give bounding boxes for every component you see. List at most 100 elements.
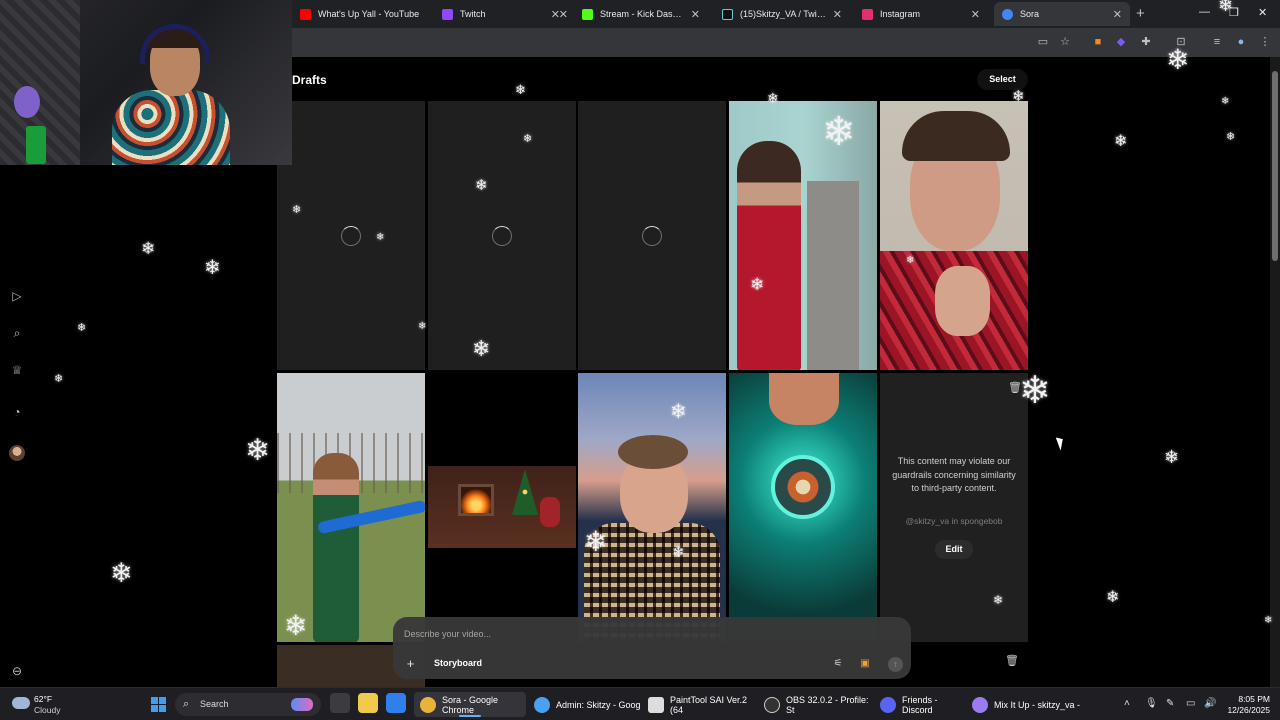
video-icon[interactable]: ▷ <box>10 289 24 303</box>
search-icon[interactable]: ⌕ <box>10 326 24 340</box>
pen-icon[interactable]: ✎ <box>1166 698 1174 709</box>
draft-tile-field[interactable] <box>277 373 425 642</box>
taskbar-item-label: Mix It Up - skitzy_va - <box>994 699 1081 710</box>
close-window-icon[interactable]: ✕ <box>1258 6 1267 19</box>
snowflake-icon: ❄ <box>1106 589 1120 606</box>
tab-kick[interactable]: Stream - Kick Dashboard ✕ <box>574 2 708 26</box>
snowflake-icon: ❄ <box>1166 44 1190 75</box>
tab-title: Sora <box>1020 9 1040 19</box>
close-icon[interactable]: ✕ <box>551 8 560 21</box>
cast-icon[interactable]: ▭ <box>1036 35 1050 49</box>
kick-icon <box>582 8 593 20</box>
volume-icon[interactable]: 🔊 <box>1204 698 1216 709</box>
storyboard-button[interactable]: Storyboard <box>427 654 489 673</box>
close-icon[interactable]: ✕ <box>833 8 842 21</box>
thumbnail-person <box>313 453 359 642</box>
trash-icon[interactable]: 🗑 <box>1005 654 1019 667</box>
snowflake-icon: ❄ <box>584 526 608 557</box>
kebab-menu-icon[interactable]: ⋮ <box>1258 35 1272 49</box>
snowflake-icon: ❄ <box>822 110 856 154</box>
puzzle-icon[interactable]: ✚ <box>1139 35 1153 49</box>
taskbar-item-chrome[interactable]: Sora - Google Chrome <box>414 692 526 717</box>
task-view-icon[interactable] <box>330 693 350 713</box>
thumbnail-hand <box>935 266 990 336</box>
gift-icon[interactable]: ▣ <box>858 657 872 671</box>
youtube-icon <box>300 8 311 20</box>
draft-tile-fireplace[interactable] <box>428 373 576 642</box>
network-icon[interactable]: ▭ <box>1186 698 1195 709</box>
snowflake-icon: ❄ <box>1114 133 1128 150</box>
tab-twitch[interactable]: Twitch ✕ <box>434 2 568 26</box>
taskbar-search[interactable]: ⌕ Search <box>175 693 321 716</box>
store-icon[interactable] <box>386 693 406 713</box>
avatar[interactable] <box>9 445 25 461</box>
tab-tiktok[interactable]: (15)Skitzy_VA / Twitch and ✕ <box>714 2 850 26</box>
draft-tile-loading[interactable] <box>578 101 726 370</box>
draft-tile-hero[interactable] <box>729 373 877 642</box>
settings-sliders-icon[interactable]: ⚟ <box>831 657 845 671</box>
taskbar-item-label: OBS 32.0.2 - Profile: St <box>786 694 869 715</box>
snowflake-icon: ❄ <box>1012 88 1025 105</box>
thumbnail-emblem <box>771 455 835 519</box>
mixitup-icon <box>972 696 988 713</box>
extension-icon[interactable]: ■ <box>1091 35 1105 49</box>
taskbar-item-label: Friends - Discord <box>902 694 938 715</box>
scrollbar-thumb[interactable] <box>1272 71 1278 261</box>
snowflake-icon: ❄ <box>245 434 271 467</box>
chevron-up-icon[interactable]: ˄ <box>1124 698 1130 709</box>
close-icon[interactable]: ✕ <box>691 8 700 21</box>
tab-title: (15)Skitzy_VA / Twitch and <box>740 9 827 19</box>
bookmark-star-icon[interactable]: ☆ <box>1058 35 1072 49</box>
snowflake-icon: ❄ <box>1019 370 1051 412</box>
file-explorer-icon[interactable] <box>358 693 378 713</box>
taskbar-item-obs[interactable]: OBS 32.0.2 - Profile: St <box>760 692 872 717</box>
profile-icon[interactable]: ● <box>1234 35 1248 49</box>
tab-sora[interactable]: Sora ✕ <box>994 2 1130 26</box>
twitch-icon <box>442 8 453 20</box>
scrollbar[interactable] <box>1270 57 1280 687</box>
taskbar-item-chrome-admin[interactable]: Admin: Skitzy - Goog <box>530 692 642 717</box>
select-button[interactable]: Select <box>977 69 1028 90</box>
snowflake-icon: ❄ <box>1226 131 1236 143</box>
microphone-icon[interactable]: 🎙 <box>1145 698 1158 709</box>
weather-temperature[interactable]: 62°F <box>34 694 52 704</box>
clock-date[interactable]: 12/26/2025 <box>1224 705 1270 715</box>
close-icon[interactable]: ✕ <box>1113 8 1122 21</box>
chrome-icon <box>420 696 436 713</box>
windows-start-icon[interactable] <box>151 697 166 712</box>
loading-spinner <box>642 226 662 246</box>
minimize-icon[interactable]: — <box>1199 6 1210 18</box>
taskbar-item-mixitup[interactable]: Mix It Up - skitzy_va - <box>968 692 1080 717</box>
tiktok-icon <box>722 8 733 20</box>
settings-icon[interactable]: ⊖ <box>10 664 24 678</box>
taskbar-item-painttool[interactable]: PaintTool SAI Ver.2 (64 <box>644 692 758 717</box>
snowflake-icon: ❄ <box>475 177 488 194</box>
draft-tile-pointing[interactable] <box>880 101 1028 370</box>
reading-list-icon[interactable]: ≡ <box>1210 35 1224 49</box>
tab-instagram[interactable]: Instagram ✕ <box>854 2 988 26</box>
plush-toy <box>14 86 40 118</box>
edit-button[interactable]: Edit <box>935 540 973 559</box>
snowflake-icon: ❄ <box>418 321 427 332</box>
draft-tile-blocked: 🗑 This content may violate our guardrail… <box>880 373 1028 642</box>
prompt-input[interactable]: Describe your video... <box>404 629 491 639</box>
snowflake-icon: ❄ <box>670 401 687 423</box>
weather-condition[interactable]: Cloudy <box>34 705 60 715</box>
snowflake-icon: ❄ <box>1164 447 1180 467</box>
draft-tile-loading[interactable] <box>277 101 425 370</box>
draft-tile-glasses[interactable] <box>578 373 726 642</box>
new-tab-button[interactable]: + <box>1136 5 1145 22</box>
bell-icon[interactable]: ◔ <box>10 405 24 419</box>
streamer-shirt <box>112 90 230 165</box>
draft-tile-loading[interactable] <box>428 101 576 370</box>
add-attachment-icon[interactable]: + <box>403 656 418 671</box>
trophy-icon[interactable]: ♕ <box>10 363 24 377</box>
windows-taskbar: 62°F Cloudy ⌕ Search Sora - Google Chrom… <box>0 687 1280 720</box>
clock-time[interactable]: 8:05 PM <box>1224 694 1270 704</box>
snowflake-icon: ❄ <box>1218 0 1234 15</box>
shield-extension-icon[interactable]: ◆ <box>1114 35 1128 49</box>
send-arrow-icon[interactable]: ↑ <box>888 657 903 672</box>
taskbar-item-discord[interactable]: Friends - Discord <box>876 692 964 717</box>
cloud-icon[interactable] <box>12 697 30 709</box>
close-icon[interactable]: ✕ <box>971 8 980 21</box>
